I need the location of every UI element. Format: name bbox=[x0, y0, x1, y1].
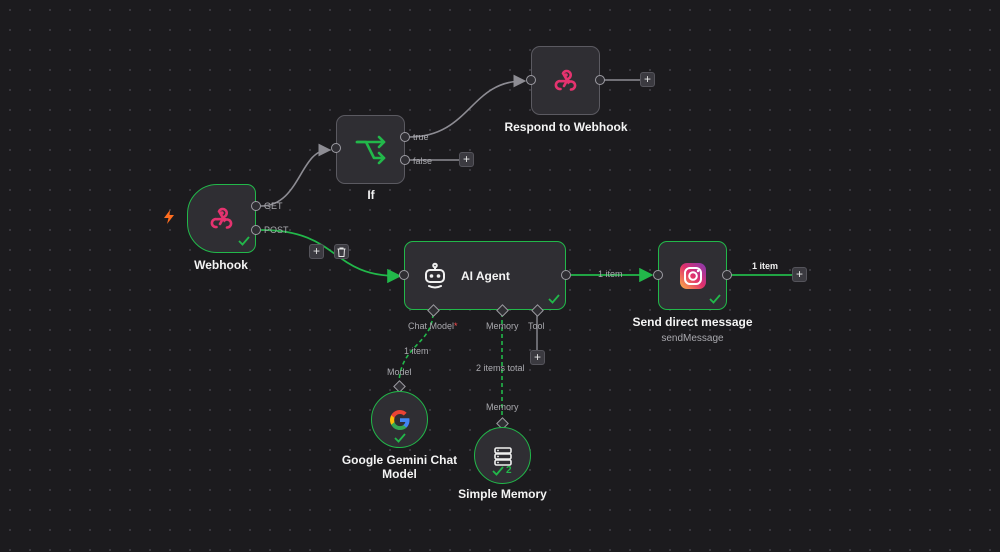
agent-output-handle[interactable] bbox=[561, 270, 571, 280]
webhook-icon bbox=[210, 207, 232, 229]
if-title: If bbox=[367, 188, 375, 202]
if-false-add-button[interactable]: + bbox=[459, 152, 474, 167]
edge-item-count: 1 item bbox=[404, 346, 429, 356]
edge-item-count: 1 item bbox=[752, 261, 779, 271]
edge-add-node-button[interactable]: + bbox=[309, 244, 324, 259]
trigger-bolt-icon bbox=[164, 210, 174, 224]
database-icon bbox=[493, 446, 512, 466]
respond-output-handle[interactable] bbox=[595, 75, 605, 85]
branch-icon bbox=[355, 135, 385, 164]
google-icon bbox=[389, 409, 409, 430]
edge-webhook-get-to-if bbox=[260, 143, 332, 207]
memory-node-port-label: Memory bbox=[486, 402, 519, 412]
if-input-handle[interactable] bbox=[331, 143, 341, 153]
webhook-get-output-handle[interactable] bbox=[251, 201, 261, 211]
webhook-get-label: GET bbox=[264, 201, 283, 211]
if-false-label: false bbox=[413, 156, 433, 166]
workflow-canvas[interactable]: GET POST Webhook + true false + If + Res… bbox=[0, 0, 1000, 552]
tool-add-button[interactable]: + bbox=[530, 350, 545, 365]
webhook-icon bbox=[554, 69, 576, 91]
respond-input-handle[interactable] bbox=[526, 75, 536, 85]
instagram-add-button[interactable]: + bbox=[792, 267, 807, 282]
memory-title: Simple Memory bbox=[458, 487, 547, 501]
tool-port-label: Tool bbox=[528, 321, 545, 331]
run-count-badge: 2 bbox=[506, 465, 512, 476]
gemini-port-label: Model bbox=[387, 367, 412, 377]
ai-agent-node[interactable]: AI Agent bbox=[404, 241, 566, 310]
chat-model-port-label: Chat Model* bbox=[408, 321, 458, 331]
edge-delete-button[interactable] bbox=[334, 244, 349, 259]
if-node[interactable] bbox=[336, 115, 405, 184]
success-check-icon bbox=[492, 466, 504, 476]
respond-title: Respond to Webhook bbox=[504, 120, 628, 134]
webhook-post-output-handle[interactable] bbox=[251, 225, 261, 235]
if-false-output-handle[interactable] bbox=[400, 155, 410, 165]
respond-add-button[interactable]: + bbox=[640, 72, 655, 87]
instagram-icon bbox=[679, 262, 706, 289]
success-check-icon bbox=[238, 236, 250, 246]
memory-port-label: Memory bbox=[486, 321, 519, 331]
gemini-title-line2: Model bbox=[382, 467, 417, 481]
success-check-icon bbox=[394, 433, 406, 443]
instagram-subtitle: sendMessage bbox=[661, 333, 724, 344]
webhook-title: Webhook bbox=[194, 258, 248, 272]
respond-to-webhook-node[interactable] bbox=[531, 46, 600, 115]
instagram-output-handle[interactable] bbox=[722, 270, 732, 280]
ai-agent-title: AI Agent bbox=[461, 268, 510, 283]
gemini-title-line1: Google Gemini Chat bbox=[341, 453, 458, 467]
success-check-icon bbox=[709, 294, 721, 304]
trash-icon bbox=[337, 247, 346, 257]
success-check-icon bbox=[548, 294, 560, 304]
edge-item-count: 2 items total bbox=[476, 363, 525, 373]
webhook-post-label: POST bbox=[264, 225, 289, 235]
robot-icon bbox=[425, 262, 445, 288]
if-true-output-handle[interactable] bbox=[400, 132, 410, 142]
instagram-input-handle[interactable] bbox=[653, 270, 663, 280]
edge-item-count: 1 item bbox=[598, 269, 623, 279]
instagram-title: Send direct message bbox=[632, 315, 753, 329]
edge-webhook-post-to-agent bbox=[260, 229, 402, 284]
agent-input-handle[interactable] bbox=[399, 270, 409, 280]
if-true-label: true bbox=[413, 132, 429, 142]
